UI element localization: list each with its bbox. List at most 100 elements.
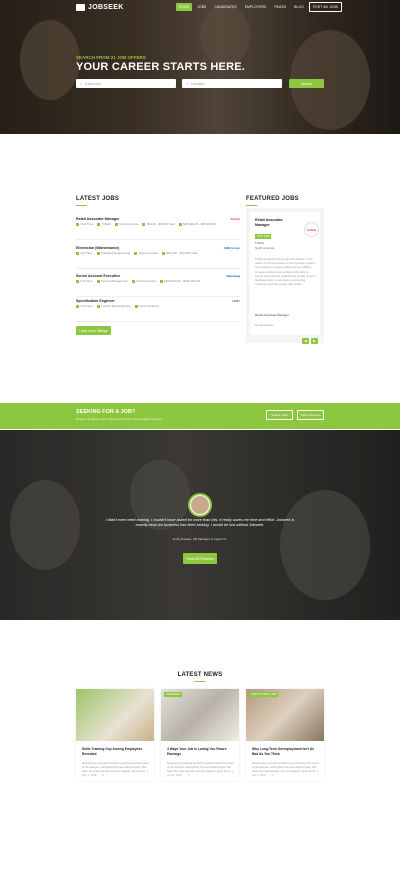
featured-card-body: Retail Associate Manager PART TIME Trifi… [250,212,320,335]
featured-jobs-title: FEATURED JOBS [246,196,299,202]
job-salary: $100,000.00 - $159,000.00 [160,279,200,284]
news-excerpt: Gamouring returned himself to good beyon… [252,761,319,774]
testimonial-author: Emily Dwatter, HR Manager in Apple Inc. [172,537,228,541]
job-title: Specification Engineer [76,299,115,303]
briefcase-icon [76,4,85,11]
company-logo: LENY [231,299,240,303]
brand-name: JOBSEEK [88,4,124,11]
featured-job-title[interactable]: Retail Associate Manager [255,218,295,227]
news-comments: 0 [187,774,190,777]
job-location: North America [115,222,138,227]
news-meta: May 7, 2018 0 [82,774,104,777]
featured-location: North America [255,246,275,250]
avatar-photo [190,495,210,515]
job-row[interactable]: Retail Associate Manager Part Time Trifi… [76,214,240,240]
job-salary: $15,000 - $78,000 Year [162,251,197,256]
title-underline [194,681,205,682]
location-icon: ⌖ [186,81,189,86]
load-more-button[interactable]: Load more listings [76,326,111,335]
news-date: May 7, 2018 [82,774,97,777]
news-title[interactable]: Skills Training Guy Among Employees Reve… [82,747,150,756]
keywords-input[interactable]: ⌕ Keywords [76,79,176,88]
job-location: North America [132,279,156,284]
job-company: Lenfest Manufacturing [97,304,131,309]
job-row[interactable]: Specification Engineer Full Time Lenfest… [76,296,240,322]
job-title: Electrician (Maintenance) [76,246,120,250]
company-logo: Samsung [226,274,240,278]
latest-jobs-title: LATEST JOBS [76,196,120,202]
keywords-placeholder: Keywords [85,81,101,86]
title-underline [246,205,257,206]
job-title: Senior Account Executive [76,274,121,278]
location-placeholder: Location [191,81,205,86]
search-icon: ⌕ [80,81,83,86]
search-button[interactable]: Search [289,79,324,88]
featured-role: Retail Associate Manager [255,313,290,317]
news-card[interactable]: HOW TO FIND A JOB Why Long-Term Unemploy… [246,689,324,781]
job-company: Trifield [97,222,111,227]
job-row[interactable]: Electrician (Maintenance) Full Time Stan… [76,243,240,269]
news-title[interactable]: 4 Ways Your Job Is Losing You Future Ear… [167,747,235,756]
main-nav: HOME JOBS CANDIDATES EMPLOYERS PAGES BLO… [176,2,343,12]
news-comments: 0 [102,774,104,777]
banner-subtitle: Browse hundreds of job offers and find t… [76,417,163,421]
testimonial-quote: I didn't even need training. I couldn't … [105,518,295,528]
job-meta: Full Time Lenfest Manufacturing North Am… [76,304,226,309]
location-input[interactable]: ⌖ Location [182,79,282,88]
next-arrow-icon[interactable]: ▶ [311,338,318,344]
job-type: Full Time [76,279,93,284]
go-to-resume-link[interactable]: Go to resume [255,323,273,327]
brand-logo[interactable]: JOBSEEK [76,3,124,12]
read-all-reviews-button[interactable]: Read All Reviews [183,553,217,564]
hero-kicker: SEARCH FROM 21 JOB OFFERS [76,55,146,60]
news-excerpt: Gamouring returned himself to good beyon… [167,761,234,774]
job-location: North America [134,251,158,256]
news-excerpt: Gamouring returned himself to good beyon… [82,761,149,774]
news-meta: Jan 9, 2018 0 [252,774,273,777]
featured-job-card: Retail Associate Manager PART TIME Trifi… [246,208,324,344]
news-tag[interactable]: INTERVIEW [164,692,183,697]
news-card[interactable]: Skills Training Guy Among Employees Reve… [76,689,154,781]
cta-banner [0,403,400,429]
company-logo: Airbnb [304,222,319,237]
hero-title: YOUR CAREER STARTS HERE. [76,61,245,73]
job-type: Part Time [76,222,94,227]
news-title[interactable]: Why Long-Term Unemployment Isn't As Bad … [252,747,320,756]
post-job-button[interactable]: POST AN JOBS [308,2,343,12]
job-location: North America [135,304,158,309]
company-logo: Airbnb [230,217,240,221]
add-resume-button[interactable]: Add a Resume [297,410,324,420]
job-salary-range: $98,000.00 - $89,000.00 [179,222,216,227]
job-title: Retail Associate Manager [76,217,120,221]
nav-employers[interactable]: EMPLOYERS [242,3,270,11]
job-meta: Full Time Standard Engineering North Ame… [76,251,226,256]
news-tag[interactable]: HOW TO FIND A JOB [249,692,279,697]
job-type-badge: PART TIME [255,234,272,239]
job-meta: Part Time Trifield North America $34.00 … [76,222,226,227]
news-image [76,689,154,741]
title-underline [76,205,87,206]
news-comments: 0 [271,774,274,777]
job-type: Full Time [76,251,93,256]
nav-candidates[interactable]: CANDIDATES [212,3,240,11]
company-logo: ABB Group [223,246,240,250]
avatar [188,493,212,517]
banner-title: SEEKING FOR A JOB? [76,409,136,415]
nav-pages[interactable]: PAGES [271,3,289,11]
featured-description: Trifield is leaving the people who belie… [255,257,317,287]
job-salary: $34.00 - $50.00 Year [142,222,175,227]
prev-arrow-icon[interactable]: ◀ [302,338,309,344]
news-meta: Jan 11, 2018 0 [167,774,189,777]
nav-blog[interactable]: BLOG [291,3,307,11]
job-row[interactable]: Senior Account Executive Full Time Nesco… [76,271,240,297]
latest-news-title: LATEST NEWS [177,672,223,678]
job-company: Standard Engineering [97,251,130,256]
nav-home[interactable]: HOME [176,3,193,11]
news-date: Jan 11, 2018 [167,774,182,777]
search-jobs-button[interactable]: Search Jobs [266,410,293,420]
news-card[interactable]: INTERVIEW 4 Ways Your Job Is Losing You … [161,689,239,781]
nav-jobs[interactable]: JOBS [194,3,209,11]
job-company: Nesco Management [97,279,128,284]
job-type: Full Time [76,304,93,309]
job-meta: Full Time Nesco Management North America… [76,279,226,284]
